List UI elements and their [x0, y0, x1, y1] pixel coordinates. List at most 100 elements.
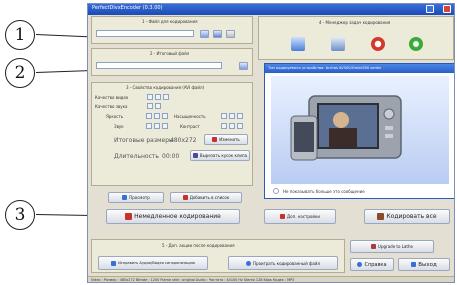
- brightness-label: Яркость: [106, 114, 124, 119]
- dialog-title: Тип кодируемого устройства: Archos AV500…: [268, 66, 382, 70]
- play-encoded-label: Проиграть кодированный файл: [253, 260, 320, 266]
- encode-all-label: Кодировать все: [386, 213, 437, 220]
- settings-icon: [280, 214, 286, 219]
- upgrade-label: Upgrade to Lathe: [378, 244, 413, 249]
- section-post-actions: 5 - Доп. акции после кодирования Исправи…: [91, 239, 345, 273]
- final-size-label: Итоговые размеры: [114, 137, 174, 144]
- section-4-title: 4 - Менеджер задач кодирования: [319, 20, 391, 25]
- window-title: PerfectDivxEncoder (0.3.00): [92, 5, 163, 11]
- upgrade-button[interactable]: Upgrade to Lathe: [350, 240, 434, 253]
- section-1-title: 1 - Файл для кодирования: [142, 19, 198, 24]
- add-to-list-label: Добавить в список: [189, 195, 230, 200]
- help-button[interactable]: Справка: [350, 258, 394, 271]
- encode-all-icon: [377, 213, 385, 220]
- video-quality-option-2[interactable]: [155, 94, 161, 100]
- saturation-label: Насыщенность: [174, 114, 206, 119]
- brightness-option-2[interactable]: [154, 113, 160, 119]
- preview-button[interactable]: Просмотр: [108, 192, 164, 203]
- status-text: Video : Размер : 480x272 Bitrate : 1200 …: [91, 278, 295, 282]
- stop-icon[interactable]: [371, 37, 385, 51]
- change-size-button[interactable]: Изменить: [204, 134, 248, 145]
- contrast-label: Контраст: [180, 124, 200, 129]
- section-3-title: 3 - Свойства кодирования (AVI файл): [126, 85, 205, 90]
- play-encoded-button[interactable]: Проиграть кодированный файл: [228, 256, 338, 270]
- resize-icon: [212, 137, 218, 142]
- duration-value: 00:00: [162, 153, 180, 160]
- start-icon[interactable]: [409, 37, 423, 51]
- source-file-input[interactable]: [96, 30, 194, 37]
- add-list-icon: [182, 195, 188, 200]
- add-to-list-button[interactable]: Добавить в список: [170, 192, 242, 203]
- exit-button[interactable]: Выход: [398, 258, 450, 271]
- sound-option-2[interactable]: [154, 123, 160, 129]
- help-icon: [357, 262, 363, 267]
- callout-2: 2: [5, 58, 35, 88]
- brightness-option-3[interactable]: [162, 113, 168, 119]
- cut-clip-button[interactable]: Вырезать кусок клипа: [190, 150, 250, 161]
- play-icon: [246, 260, 252, 266]
- network-icon[interactable]: [291, 37, 305, 51]
- preview-label: Просмотр: [129, 195, 150, 200]
- encode-now-label: Немедленное кодирование: [134, 213, 221, 220]
- section-5-title: 5 - Доп. акции после кодирования: [162, 243, 235, 248]
- saturation-option-1[interactable]: [221, 113, 227, 119]
- section-output-file: 2 - Итоговый файл: [91, 48, 253, 76]
- brightness-option-1[interactable]: [146, 113, 152, 119]
- section-task-manager: 4 - Менеджер задач кодирования: [258, 16, 454, 60]
- exit-icon: [411, 262, 417, 267]
- final-size-value: 480x272: [170, 137, 197, 144]
- audio-quality-option-1[interactable]: [147, 103, 153, 109]
- change-size-label: Изменить: [219, 137, 240, 142]
- audio-quality-label: Качество звука: [95, 104, 128, 109]
- extra-settings-label: Доп. настройки: [287, 214, 320, 219]
- browse-output-button[interactable]: [239, 62, 248, 70]
- fix-av-sync-button[interactable]: Исправить Аудио/Видео синхронизацию: [98, 256, 208, 270]
- duration-label: Длительность: [114, 153, 159, 160]
- video-quality-option-1[interactable]: [147, 94, 153, 100]
- device-info-dialog: Тип кодируемого устройства: Archos AV500…: [264, 63, 454, 199]
- encode-icon: [125, 213, 133, 220]
- extra-settings-button[interactable]: Доп. настройки: [264, 209, 336, 224]
- upgrade-icon: [371, 244, 377, 249]
- callout-3-label: 3: [14, 205, 26, 225]
- section-2-title: 2 - Итоговый файл: [150, 51, 190, 56]
- encode-now-button[interactable]: Немедленное кодирование: [106, 209, 240, 224]
- exit-label: Выход: [418, 261, 437, 268]
- saturation-option-3[interactable]: [237, 113, 243, 119]
- status-bar: Video : Размер : 480x272 Bitrate : 1200 …: [88, 276, 454, 282]
- callout-1-label: 1: [14, 25, 26, 45]
- output-file-input[interactable]: [96, 62, 222, 69]
- cut-clip-label: Вырезать кусок клипа: [199, 153, 248, 158]
- dialog-title-bar: Тип кодируемого устройства: Archos AV500…: [265, 64, 454, 73]
- video-quality-option-3[interactable]: [163, 94, 169, 100]
- film-icon: [122, 195, 128, 200]
- sound-option-3[interactable]: [162, 123, 168, 129]
- source-options-button[interactable]: [226, 30, 235, 38]
- media-info-button[interactable]: [213, 30, 222, 38]
- scissors-icon: [192, 153, 198, 158]
- close-button[interactable]: [443, 5, 451, 13]
- contrast-option-3[interactable]: [237, 123, 243, 129]
- sound-label: Звук: [114, 124, 124, 129]
- encode-all-button[interactable]: Кодировать все: [364, 209, 450, 224]
- sound-option-1[interactable]: [146, 123, 152, 129]
- device-image: [271, 76, 449, 184]
- contrast-option-2[interactable]: [229, 123, 235, 129]
- browse-source-button[interactable]: [200, 30, 209, 38]
- sync-icon: [111, 260, 117, 266]
- audio-quality-option-2[interactable]: [155, 103, 161, 109]
- help-label: Справка: [364, 261, 387, 268]
- saturation-option-2[interactable]: [229, 113, 235, 119]
- callout-1: 1: [5, 20, 35, 50]
- app-window: PerfectDivxEncoder (0.3.00) 1 - Файл для…: [87, 3, 455, 283]
- minimize-button[interactable]: [426, 5, 434, 13]
- callout-3: 3: [5, 200, 35, 230]
- title-bar: PerfectDivxEncoder (0.3.00): [88, 4, 454, 15]
- tasks-icon[interactable]: [331, 37, 345, 51]
- no-show-label: Не показывать больше это сообщение: [283, 189, 365, 194]
- section-encoding-properties: 3 - Свойства кодирования (AVI файл) Каче…: [91, 82, 253, 186]
- contrast-option-1[interactable]: [221, 123, 227, 129]
- no-show-checkbox[interactable]: [273, 188, 279, 194]
- fix-av-sync-label: Исправить Аудио/Видео синхронизацию: [118, 261, 195, 265]
- video-quality-label: Качество видео: [95, 95, 129, 100]
